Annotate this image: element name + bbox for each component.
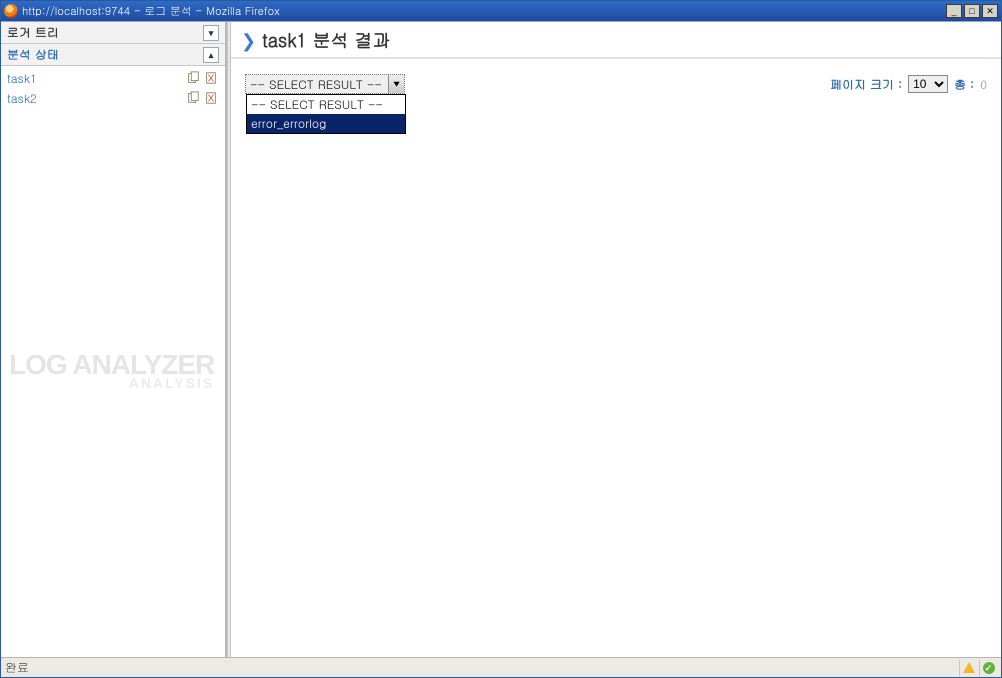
sidebar-section-label: 분석 상태 bbox=[7, 46, 59, 63]
minimize-button[interactable]: _ bbox=[946, 4, 962, 18]
total-label: 총 : bbox=[954, 76, 974, 93]
select-option[interactable]: error_errorlog bbox=[247, 114, 405, 133]
main-panel: ❯ task1 분석 결과 -- SELECT RESULT -- ▼ -- S… bbox=[231, 22, 1001, 657]
list-item-label: task1 bbox=[7, 70, 185, 87]
page-title: task1 분석 결과 bbox=[262, 28, 391, 53]
copy-icon[interactable] bbox=[185, 90, 201, 106]
select-option[interactable]: -- SELECT RESULT -- bbox=[247, 95, 405, 114]
chevron-down-icon[interactable]: ▾ bbox=[203, 25, 219, 41]
result-select[interactable]: -- SELECT RESULT -- ▼ -- SELECT RESULT -… bbox=[245, 74, 407, 94]
sidebar-section-logger-tree[interactable]: 로거 트리 ▾ bbox=[1, 22, 225, 44]
sidebar: 로거 트리 ▾ 분석 상태 ▴ task1 bbox=[1, 22, 227, 657]
watermark-line1: LOG ANALYZER bbox=[9, 352, 214, 377]
select-current-value: -- SELECT RESULT -- bbox=[250, 76, 382, 93]
ok-icon[interactable]: ✓ bbox=[979, 660, 997, 676]
watermark-line2: ANALYSIS bbox=[9, 377, 214, 390]
window-title: http://localhost:9744 - 로그 분석 - Mozilla … bbox=[22, 4, 946, 19]
firefox-icon bbox=[4, 4, 18, 18]
chevron-up-icon[interactable]: ▴ bbox=[203, 47, 219, 63]
statusbar: 완료 ✓ bbox=[1, 657, 1001, 677]
sidebar-item-task1[interactable]: task1 bbox=[1, 68, 225, 88]
task-list: task1 task2 bbox=[1, 66, 225, 110]
sidebar-section-analysis-state[interactable]: 분석 상태 ▴ bbox=[1, 44, 225, 66]
content-area: 로거 트리 ▾ 분석 상태 ▴ task1 bbox=[1, 21, 1001, 657]
select-dropdown: -- SELECT RESULT -- error_errorlog bbox=[246, 94, 406, 134]
watermark: LOG ANALYZER ANALYSIS bbox=[9, 352, 214, 390]
copy-icon[interactable] bbox=[185, 70, 201, 86]
app-window: http://localhost:9744 - 로그 분석 - Mozilla … bbox=[0, 0, 1002, 678]
sidebar-section-label: 로거 트리 bbox=[7, 24, 59, 41]
delete-icon[interactable] bbox=[203, 70, 219, 86]
sidebar-item-task2[interactable]: task2 bbox=[1, 88, 225, 108]
chevron-down-icon[interactable]: ▼ bbox=[388, 75, 404, 93]
window-controls: _ □ ✕ bbox=[946, 4, 998, 18]
page-meta: 페이지 크기 : 10 총 : 0 bbox=[830, 75, 987, 93]
page-size-select[interactable]: 10 bbox=[908, 75, 948, 93]
page-header: ❯ task1 분석 결과 bbox=[231, 22, 1001, 59]
list-item-label: task2 bbox=[7, 90, 185, 107]
close-button[interactable]: ✕ bbox=[982, 4, 998, 18]
delete-icon[interactable] bbox=[203, 90, 219, 106]
toolbar-row: -- SELECT RESULT -- ▼ -- SELECT RESULT -… bbox=[231, 59, 1001, 94]
status-text: 완료 bbox=[5, 659, 29, 676]
chevron-right-icon: ❯ bbox=[241, 28, 256, 53]
maximize-button[interactable]: □ bbox=[964, 4, 980, 18]
warning-icon[interactable] bbox=[959, 660, 977, 676]
page-size-label: 페이지 크기 : bbox=[830, 76, 902, 93]
select-display[interactable]: -- SELECT RESULT -- ▼ bbox=[245, 74, 405, 94]
total-value: 0 bbox=[980, 76, 987, 93]
titlebar: http://localhost:9744 - 로그 분석 - Mozilla … bbox=[1, 1, 1001, 21]
